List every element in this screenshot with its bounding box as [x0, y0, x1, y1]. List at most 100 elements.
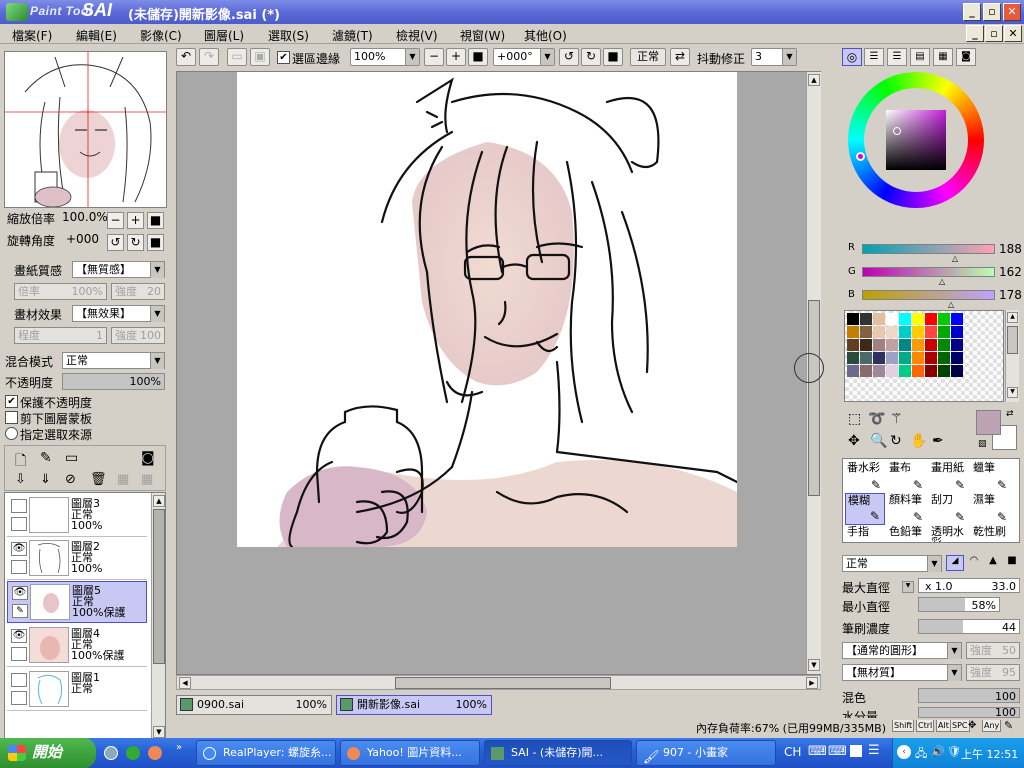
- layer-row[interactable]: 圖層1 正常: [7, 669, 147, 711]
- color-swatch[interactable]: [912, 326, 924, 338]
- nav-rotate-left-icon[interactable]: ↺: [107, 234, 124, 251]
- layer-scrollbar[interactable]: ▲ ▼: [151, 493, 165, 742]
- color-swatch[interactable]: [899, 326, 911, 338]
- pin-toggle[interactable]: [11, 647, 27, 661]
- brush-tool[interactable]: 畫用紙 ✎: [929, 461, 969, 493]
- navigator-preview[interactable]: [4, 51, 167, 208]
- ime-mode-icon[interactable]: ⌨: [828, 744, 847, 759]
- pin-toggle[interactable]: [11, 691, 27, 705]
- brush-tool[interactable]: 蠟筆 ✎: [971, 461, 1011, 493]
- stabilizer-select[interactable]: 3 ▼: [751, 48, 797, 66]
- current-color[interactable]: [976, 410, 1001, 435]
- menu-view[interactable]: 檢視(V): [396, 27, 438, 44]
- color-swatch[interactable]: [847, 339, 859, 351]
- brush-tool[interactable]: 模糊 ✎: [845, 493, 885, 525]
- mask-link-icon[interactable]: ▦: [141, 472, 153, 487]
- texture-strength-slider[interactable]: 強度 95: [966, 664, 1020, 681]
- color-swatch[interactable]: [873, 339, 885, 351]
- color-swatch[interactable]: [847, 326, 859, 338]
- brush-pin-icon[interactable]: ✎: [12, 604, 28, 618]
- nav-rotate-right-icon[interactable]: ↻: [127, 234, 144, 251]
- color-swatch[interactable]: [899, 313, 911, 325]
- scroll-left-icon[interactable]: ◀: [179, 677, 191, 689]
- ime-fullwidth-icon[interactable]: [850, 745, 862, 757]
- canvas-area[interactable]: ▲ ▼: [176, 71, 824, 675]
- color-swatch[interactable]: [873, 365, 885, 377]
- color-swatch[interactable]: [925, 365, 937, 377]
- mask-icon[interactable]: ◙: [141, 450, 155, 466]
- layer-row-selected[interactable]: 👁 ✎ 圖層5 正常 100%保護: [7, 581, 147, 623]
- protect-opacity-checkbox[interactable]: ✔: [5, 395, 18, 408]
- color-swatch[interactable]: [886, 313, 898, 325]
- hsv-slider-icon[interactable]: ☰: [887, 48, 907, 66]
- color-wheel-icon[interactable]: ◎: [842, 48, 862, 66]
- color-swatch[interactable]: [925, 339, 937, 351]
- color-swatch[interactable]: [938, 352, 950, 364]
- layer-row[interactable]: 👁 圖層2 正常 100%: [7, 538, 147, 580]
- eye-icon[interactable]: 👁: [11, 629, 27, 643]
- nav-zoom-reset-icon[interactable]: ■: [147, 212, 164, 229]
- doc-tab[interactable]: 0900.sai 100%: [176, 695, 332, 715]
- color-swatch[interactable]: [899, 352, 911, 364]
- pin-toggle[interactable]: [11, 560, 27, 574]
- ime-menu-icon[interactable]: ☰: [868, 743, 880, 758]
- color-swatch[interactable]: [860, 313, 872, 325]
- new-layer-icon[interactable]: 🗋: [15, 450, 26, 474]
- paper-texture-select[interactable]: 【無質感】 ▼: [72, 261, 165, 278]
- blend-mode-select[interactable]: 正常 ▼: [62, 352, 165, 369]
- rgb-slider-icon[interactable]: ☰: [864, 48, 884, 66]
- mixer-icon[interactable]: ▤: [910, 48, 930, 66]
- ime-icon[interactable]: ⌨: [808, 744, 827, 759]
- selection-source-radio[interactable]: [5, 427, 18, 440]
- color-swatch[interactable]: [873, 326, 885, 338]
- quicklaunch-desktop-icon[interactable]: [104, 746, 118, 760]
- transparent-color-icon[interactable]: ▧: [978, 439, 987, 449]
- color-swatch[interactable]: [925, 352, 937, 364]
- soft-edge-icon[interactable]: ◠: [965, 555, 983, 571]
- color-swatch[interactable]: [873, 352, 885, 364]
- canvas-horizontal-scrollbar[interactable]: ◀ ▶: [176, 675, 821, 690]
- color-swatch[interactable]: [938, 365, 950, 377]
- color-swatch[interactable]: [886, 365, 898, 377]
- green-slider[interactable]: [862, 267, 995, 277]
- layer-merge-icon[interactable]: ⇓: [40, 472, 51, 487]
- nav-zoom-in-icon[interactable]: +: [127, 212, 144, 229]
- color-swatch[interactable]: [847, 365, 859, 377]
- hue-marker[interactable]: [856, 152, 865, 161]
- flip-horizontal-icon[interactable]: ⇄: [670, 48, 690, 66]
- volume-icon[interactable]: 🔊: [931, 745, 945, 758]
- zoom-tool-icon[interactable]: 🔍: [870, 433, 887, 449]
- color-swatch[interactable]: [912, 313, 924, 325]
- medium-edge-icon[interactable]: ▲: [984, 555, 1002, 571]
- network-icon[interactable]: 🖧: [915, 745, 927, 764]
- menu-file[interactable]: 檔案(F): [12, 27, 52, 44]
- brush-tool[interactable]: 乾性刷✎: [971, 525, 1011, 542]
- effect-degree-slider[interactable]: 程度 1: [14, 327, 107, 344]
- brush-mode-select[interactable]: 正常 ▼: [842, 555, 942, 572]
- color-swatch[interactable]: [860, 365, 872, 377]
- eyedropper-icon[interactable]: ✒: [932, 433, 944, 449]
- brush-tool[interactable]: 顏料筆 ✎: [887, 493, 927, 525]
- water-slider[interactable]: 100: [918, 707, 1020, 718]
- task-button-active[interactable]: SAI - (未儲存)開...: [484, 740, 632, 766]
- shape-strength-slider[interactable]: 強度 50: [966, 642, 1020, 659]
- clip-mask-checkbox[interactable]: [5, 411, 18, 424]
- scroll-thumb[interactable]: [1007, 326, 1018, 354]
- selection-edge-checkbox[interactable]: ✔: [277, 51, 290, 64]
- color-swatch[interactable]: [886, 352, 898, 364]
- chevron-down-icon[interactable]: ▼: [902, 581, 914, 593]
- scroll-down-icon[interactable]: ▼: [808, 659, 820, 671]
- security-icon[interactable]: 🛡: [947, 745, 961, 758]
- view-mode-button[interactable]: 正常: [630, 48, 666, 66]
- layer-row[interactable]: 圖層3 正常 100%: [7, 495, 147, 537]
- brush-tool[interactable]: 手指✎: [845, 525, 885, 542]
- color-swatch[interactable]: [899, 365, 911, 377]
- invert-selection-icon[interactable]: ▣: [250, 48, 270, 66]
- menu-other[interactable]: 其他(O): [524, 27, 567, 44]
- scroll-down-icon[interactable]: ▼: [153, 726, 165, 738]
- task-button[interactable]: 🖌 907 - 小畫家: [636, 740, 776, 766]
- saturation-value-square[interactable]: [886, 110, 946, 170]
- scroll-thumb[interactable]: [153, 509, 165, 664]
- drawing-canvas[interactable]: [237, 72, 737, 547]
- color-swatch[interactable]: [938, 313, 950, 325]
